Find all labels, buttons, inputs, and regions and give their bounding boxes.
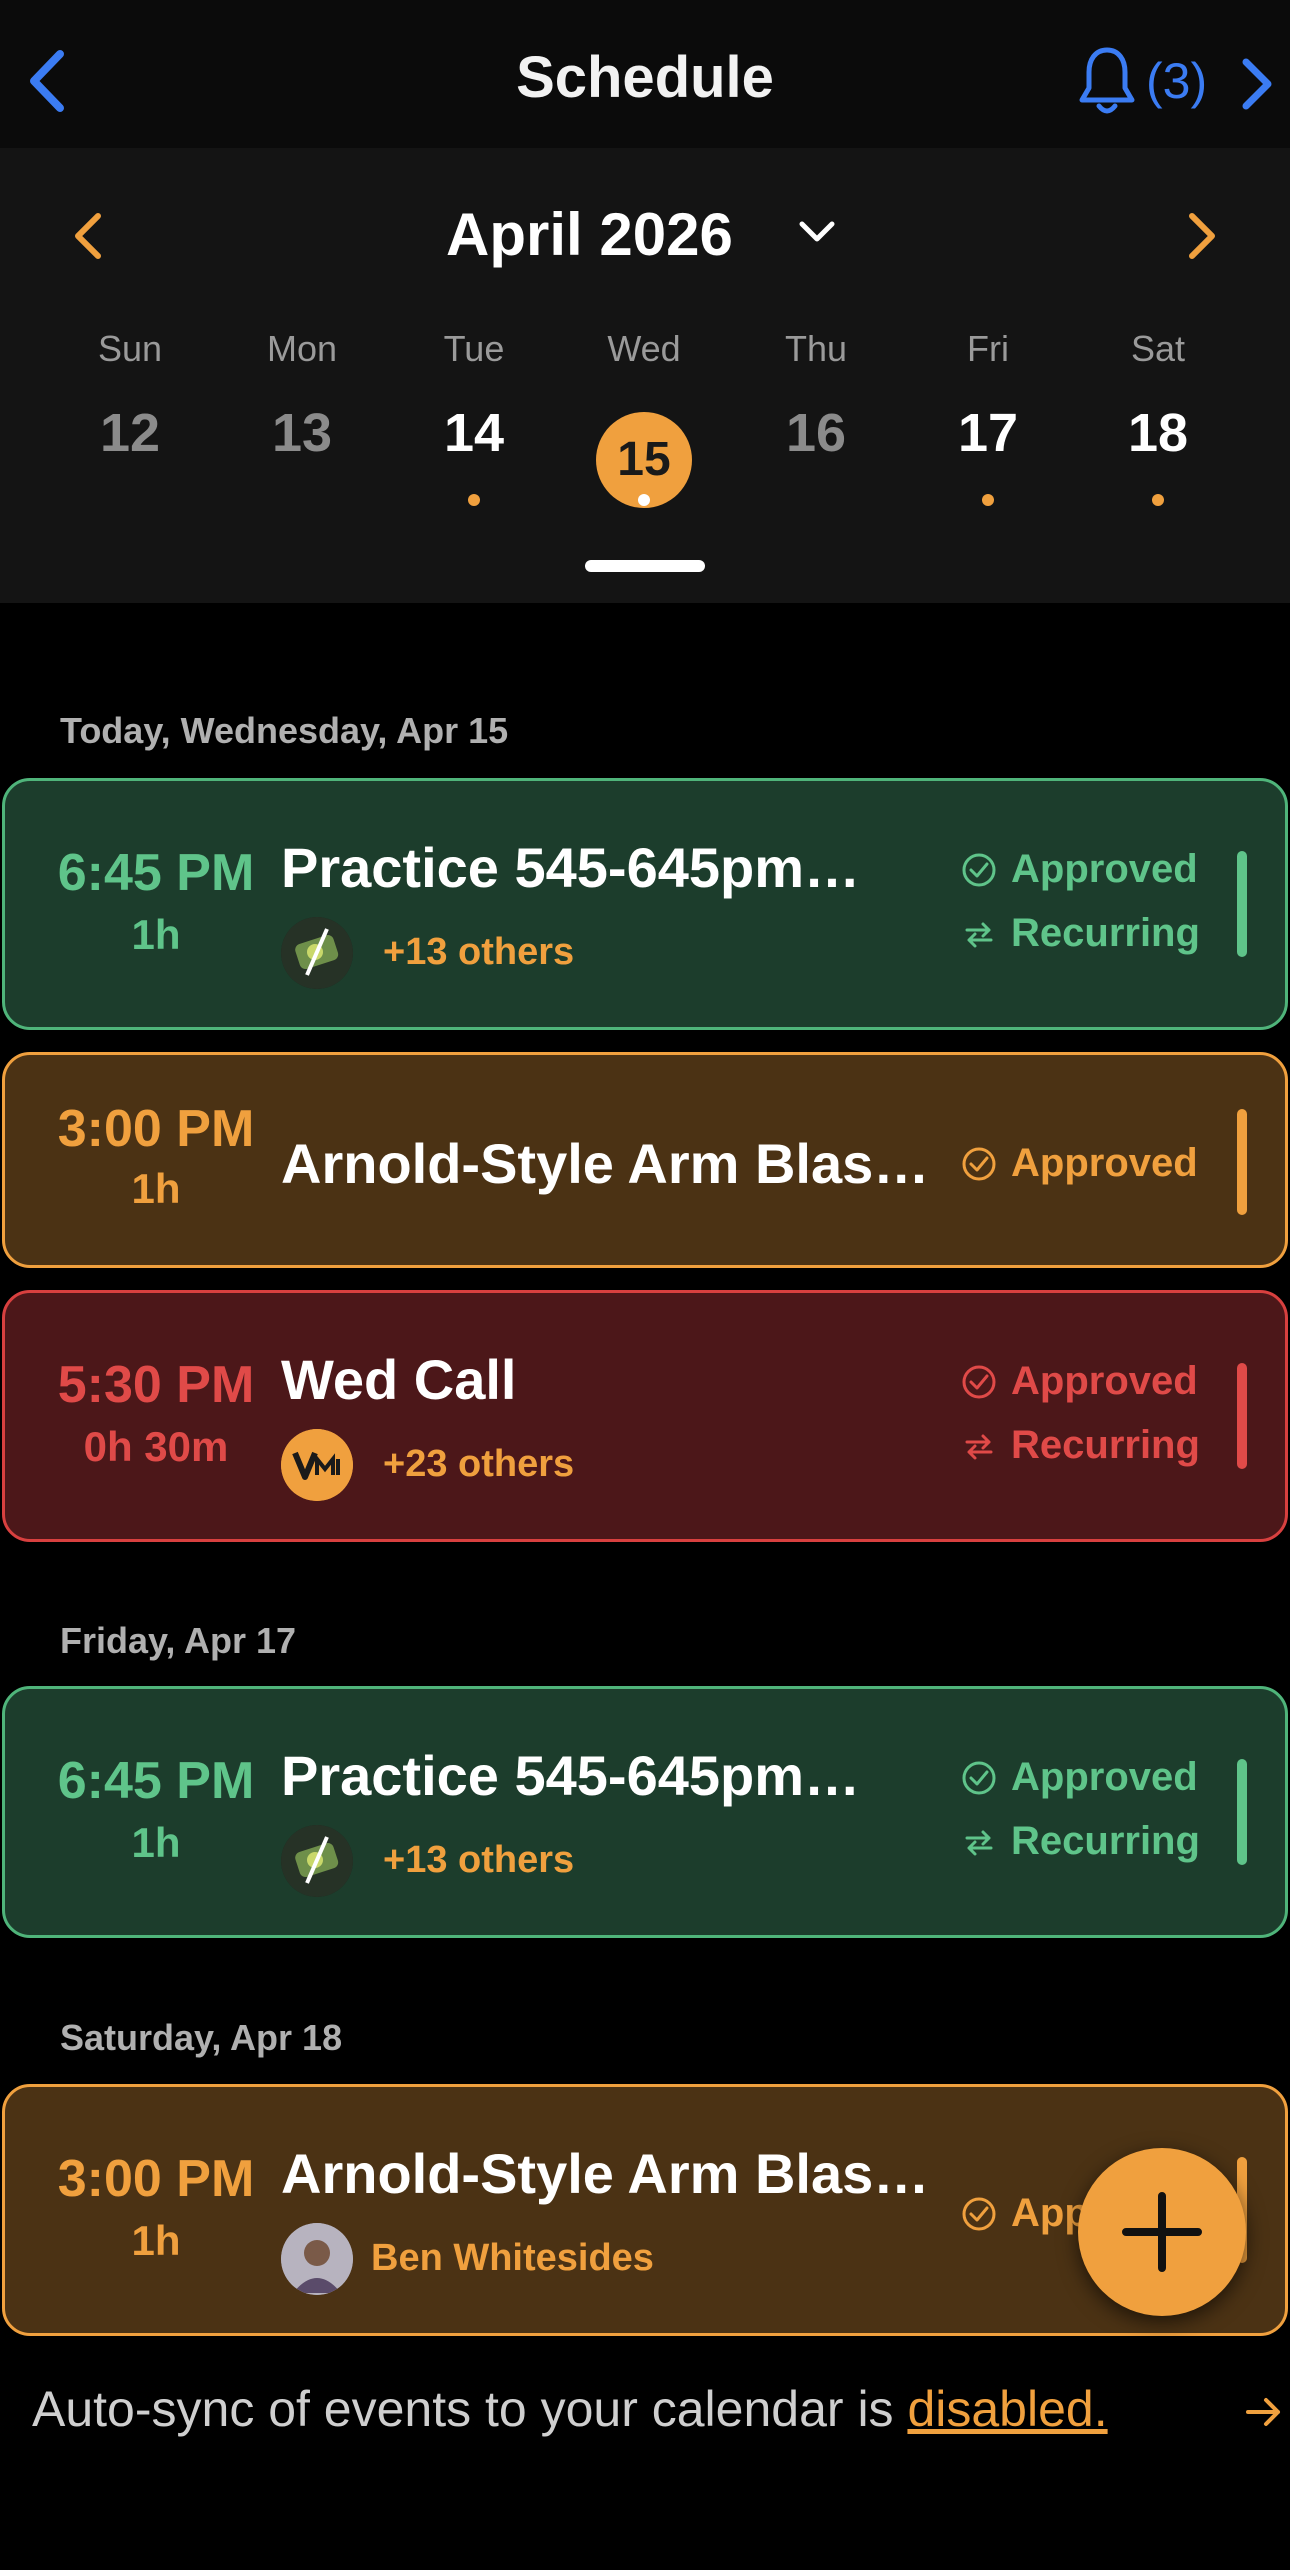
weekday-sat: Sat [1130,328,1186,369]
plus-icon [1122,2192,1202,2272]
auto-sync-note: Auto-sync of events to your calendar is … [32,2380,1108,2438]
check-circle-icon [962,853,996,886]
arrow-right-icon[interactable] [1244,2392,1284,2432]
day-12[interactable]: 12 [44,402,216,464]
status-approved: App [961,2191,1089,2236]
day-13[interactable]: 13 [216,402,388,464]
card-accent-bar [1237,1759,1247,1865]
day-15-selected[interactable]: 15 [596,432,692,487]
add-event-button[interactable] [1078,2148,1246,2316]
day-17[interactable]: 17 [902,402,1074,464]
event-time: 3:00 PM [57,2150,255,2208]
repeat-icon [965,1434,993,1459]
event-attendee-name: Ben Whitesides [371,2237,654,2279]
bell-icon[interactable] [1078,44,1136,118]
event-card[interactable]: 6:45 PM 1h Practice 545-645pm… +13 other… [2,778,1288,1030]
event-duration: 1h [131,1819,181,1866]
status-recurring-label: Recurring [1011,1423,1200,1467]
status-approved-label: Approved [1011,1141,1198,1185]
event-duration: 0h 30m [83,1423,229,1470]
weekday-fri: Fri [967,328,1009,369]
status-recurring-label: Recurring [1011,911,1200,955]
status-approved: Approved [961,847,1198,892]
event-time: 3:00 PM [57,1100,255,1158]
top-nav-bar: Schedule (3) [0,0,1290,148]
weekday-tue: Tue [443,328,505,369]
event-dot-15 [638,494,650,506]
event-duration: 1h [131,1165,181,1212]
team-logo-avatar [281,917,353,989]
event-title: Arnold-Style Arm Blas… [281,1132,930,1195]
event-title: Arnold-Style Arm Blas… [281,2142,930,2205]
event-title: Wed Call [281,1348,517,1411]
section-label-saturday: Saturday, Apr 18 [60,2017,343,2058]
status-recurring: Recurring [961,911,1200,956]
status-approved: Approved [961,1359,1198,1404]
card-accent-bar [1237,1109,1247,1215]
weekday-thu: Thu [784,328,848,369]
event-time: 5:30 PM [57,1356,255,1414]
event-duration: 1h [131,2217,181,2264]
status-approved-label: Approved [1011,847,1198,891]
day-16[interactable]: 16 [730,402,902,464]
repeat-icon [965,1830,993,1855]
calendar-week-strip: April 2026 Sun Mon Tue Wed Thu Fri Sat 1… [0,148,1290,603]
card-accent-bar [1237,851,1247,957]
forward-chevron-icon[interactable] [1236,56,1276,112]
auto-sync-disabled-link[interactable]: disabled. [907,2381,1107,2437]
event-title: Practice 545-645pm… [281,836,861,899]
check-circle-icon [962,1147,996,1180]
event-attendees: +13 others [383,1839,575,1881]
event-dot-18 [1152,494,1164,506]
card-accent-bar [1237,1363,1247,1469]
event-duration: 1h [131,911,181,958]
event-card[interactable]: 5:30 PM 0h 30m Wed Call +23 others Appro… [2,1290,1288,1542]
status-recurring: Recurring [961,1819,1200,1864]
status-approved-label: Approved [1011,1359,1198,1403]
event-title: Practice 545-645pm… [281,1744,861,1807]
previous-month-icon[interactable] [68,208,108,264]
team-logo-avatar [281,1825,353,1897]
event-attendees: +23 others [383,1443,575,1485]
status-approved-label: Approved [1011,1755,1198,1799]
drag-handle[interactable] [585,560,705,572]
next-month-icon[interactable] [1182,208,1222,264]
day-18[interactable]: 18 [1072,402,1244,464]
check-circle-icon [962,1365,996,1398]
check-circle-icon [962,1761,996,1794]
event-time: 6:45 PM [57,844,255,902]
event-dot-17 [982,494,994,506]
section-label-today: Today, Wednesday, Apr 15 [60,710,509,751]
organization-logo-avatar [281,1429,353,1501]
month-label[interactable]: April 2026 [446,200,733,269]
weekday-sun: Sun [97,328,163,369]
status-recurring: Recurring [961,1423,1200,1468]
notification-count[interactable]: (3) [1146,52,1207,110]
event-time: 6:45 PM [57,1752,255,1810]
status-approved: Approved [961,1755,1198,1800]
section-label-friday: Friday, Apr 17 [60,1620,297,1661]
status-recurring-label: Recurring [1011,1819,1200,1863]
status-approved: Approved [961,1141,1198,1186]
event-card[interactable]: 6:45 PM 1h Practice 545-645pm… +13 other… [2,1686,1288,1938]
event-card[interactable]: 3:00 PM 1h Arnold-Style Arm Blas… Approv… [2,1052,1288,1268]
event-attendees: +13 others [383,931,575,973]
user-avatar [281,2223,353,2295]
weekday-mon: Mon [266,328,338,369]
auto-sync-text: Auto-sync of events to your calendar is [32,2381,908,2437]
repeat-icon [965,922,993,947]
weekday-wed: Wed [607,328,681,369]
day-14[interactable]: 14 [388,402,560,464]
chevron-down-icon[interactable] [796,216,838,248]
event-dot-14 [468,494,480,506]
check-circle-icon [962,2197,996,2230]
